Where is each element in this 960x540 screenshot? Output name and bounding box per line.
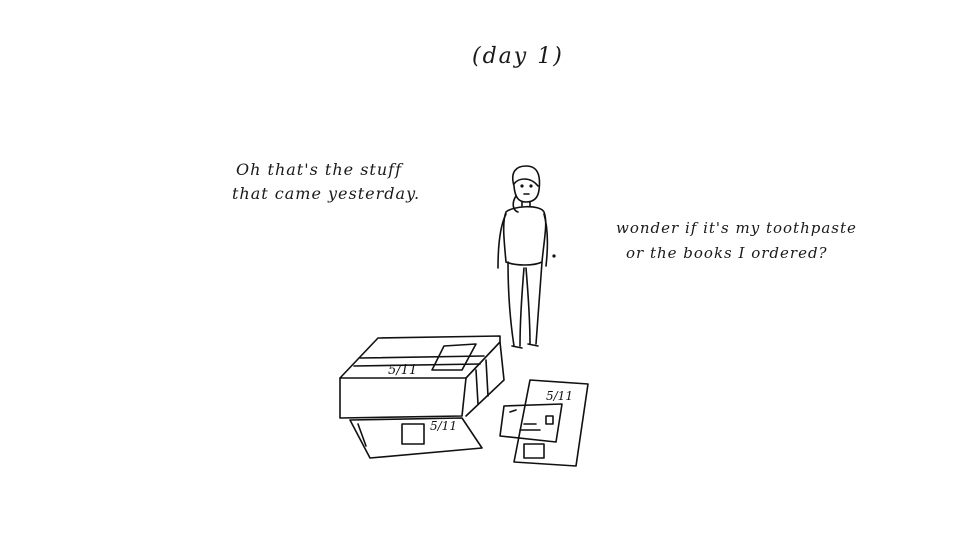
person-eye-right: [529, 184, 533, 188]
flat-package-label: [401, 423, 425, 445]
large-box: [339, 335, 505, 419]
person-leg-right-outer: [535, 261, 543, 345]
person-leg-right-inner: [525, 267, 531, 345]
envelope-stamp: [545, 415, 554, 425]
box-front-date: 5/11: [430, 419, 457, 433]
person-leg-left-outer: [507, 261, 515, 347]
mailer-date: 5/11: [546, 389, 573, 403]
person-figure: [497, 165, 556, 349]
flat-package: [349, 417, 483, 459]
comic-panel: (day 1) Oh that's the stuff that came ye…: [0, 0, 960, 540]
person-torso: [502, 205, 547, 266]
person-hairline: [513, 178, 539, 187]
box-front-face: [339, 377, 467, 419]
person-feet: [511, 343, 539, 349]
mailer-stamp-box: [523, 443, 545, 459]
person-eye-left: [520, 184, 524, 188]
envelope: [499, 403, 563, 443]
person-leg-left-inner: [519, 267, 525, 347]
illustration: 5/11 5/11 5/11: [339, 165, 589, 467]
stray-mark: [552, 254, 556, 258]
envelope-address-lines: [509, 409, 541, 431]
box-top-date: 5/11: [388, 363, 417, 378]
